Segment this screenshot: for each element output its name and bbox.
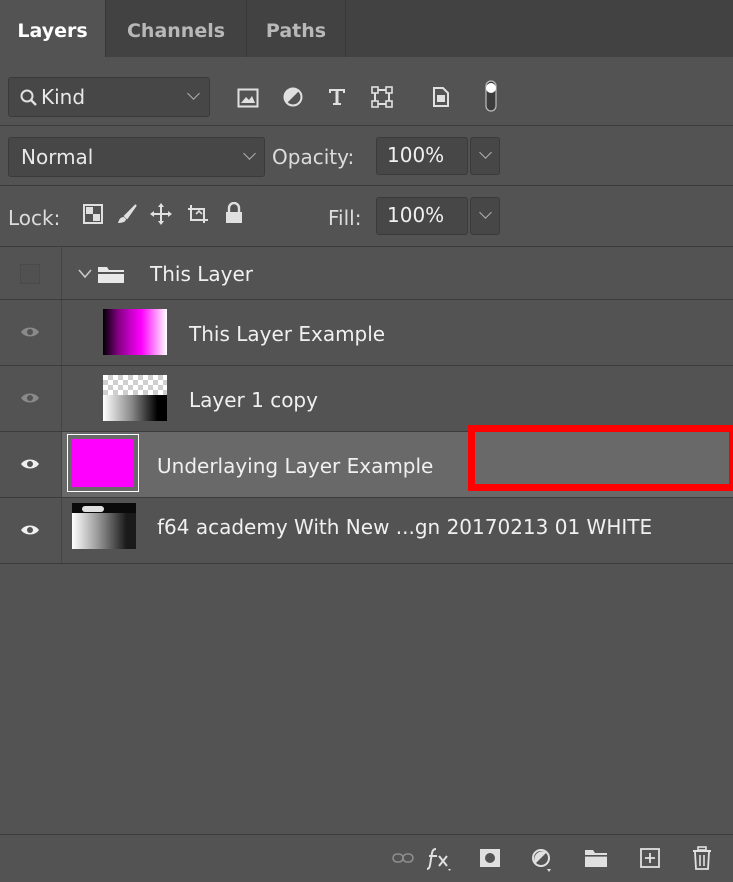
visibility-toggle[interactable]	[0, 300, 62, 365]
visibility-toggle[interactable]	[0, 498, 62, 563]
tab-paths[interactable]: Paths	[247, 0, 345, 57]
lock-artboard-nesting-icon[interactable]	[186, 203, 210, 225]
new-group-folder-icon[interactable]	[584, 848, 608, 868]
highlight-annotation-box	[468, 425, 733, 491]
divider	[0, 125, 733, 126]
visibility-empty-box	[20, 264, 40, 284]
layer-name[interactable]: This Layer Example	[189, 322, 385, 346]
layer-name[interactable]: This Layer	[150, 262, 253, 286]
layer-row[interactable]: Layer 1 copy	[0, 366, 733, 431]
visibility-toggle[interactable]	[0, 432, 62, 497]
gradient-fill	[103, 395, 167, 421]
eye-icon	[21, 525, 39, 535]
new-layer-icon[interactable]	[640, 848, 660, 868]
fill-input[interactable]: 100%	[376, 197, 468, 235]
fx-layer-style-icon[interactable]	[427, 845, 457, 873]
smart-object-filter-icon[interactable]	[431, 86, 451, 108]
layer-name[interactable]: Layer 1 copy	[189, 388, 318, 412]
type-layer-filter-icon[interactable]	[326, 86, 348, 108]
new-adjustment-layer-icon[interactable]	[530, 847, 554, 873]
layer-thumbnail	[72, 439, 134, 487]
shape-layer-filter-icon[interactable]	[371, 86, 393, 108]
layer-thumbnail	[103, 375, 167, 421]
visibility-toggle[interactable]	[0, 247, 62, 299]
photo-highlight	[82, 506, 104, 512]
visibility-toggle[interactable]	[0, 366, 62, 431]
lock-transparent-pixels-icon[interactable]	[83, 204, 103, 224]
lock-label: Lock:	[8, 206, 61, 230]
fill-slider-button[interactable]	[470, 197, 500, 235]
layer-group-row[interactable]: This Layer	[0, 247, 733, 299]
lock-all-padlock-icon[interactable]	[225, 202, 243, 224]
adjustment-layer-filter-icon[interactable]	[282, 86, 304, 108]
filter-toggle-switch-icon[interactable]	[484, 79, 498, 113]
chevron-down-icon	[187, 87, 200, 100]
chevron-down-icon	[479, 146, 492, 159]
layer-name[interactable]: Underlaying Layer Example	[157, 454, 433, 478]
chevron-down-icon	[243, 147, 256, 160]
blend-mode-dropdown[interactable]: Normal	[8, 137, 265, 177]
folder-icon	[98, 267, 124, 283]
layers-bottom-toolbar	[0, 834, 733, 882]
divider	[0, 563, 733, 564]
layer-thumbnail	[103, 309, 167, 355]
divider	[0, 185, 733, 186]
panel-tab-bar: Layers Channels Paths	[0, 0, 733, 57]
layer-thumbnail-selected-frame	[67, 434, 139, 492]
chevron-down-icon[interactable]	[78, 269, 92, 279]
eye-icon	[21, 327, 39, 337]
trash-delete-layer-icon[interactable]	[692, 846, 712, 870]
tab-channels[interactable]: Channels	[106, 0, 246, 57]
opacity-label: Opacity:	[272, 145, 355, 169]
eye-icon	[21, 393, 39, 403]
chevron-down-icon	[479, 206, 492, 219]
fill-label: Fill:	[328, 206, 362, 230]
layer-row[interactable]: This Layer Example	[0, 300, 733, 365]
opacity-input[interactable]: 100%	[376, 137, 468, 175]
tab-layers[interactable]: Layers	[0, 0, 105, 57]
add-layer-mask-icon[interactable]	[479, 848, 501, 868]
lock-position-move-icon[interactable]	[150, 203, 172, 225]
tab-divider	[345, 0, 346, 57]
filter-kind-label: Kind	[41, 85, 86, 109]
lock-image-pixels-brush-icon[interactable]	[116, 203, 138, 225]
pixel-layer-filter-icon[interactable]	[237, 88, 259, 108]
blend-mode-value: Normal	[21, 145, 94, 169]
search-icon	[20, 89, 37, 106]
layer-name[interactable]: f64 academy With New ...gn 20170213 01 W…	[157, 515, 652, 539]
link-layers-icon[interactable]	[392, 851, 414, 865]
transparency-checker	[103, 375, 167, 395]
eye-icon	[21, 459, 39, 469]
layer-row[interactable]: f64 academy With New ...gn 20170213 01 W…	[0, 498, 733, 563]
filter-kind-dropdown[interactable]: Kind	[8, 77, 210, 117]
opacity-slider-button[interactable]	[470, 137, 500, 175]
layer-thumbnail	[72, 503, 136, 549]
